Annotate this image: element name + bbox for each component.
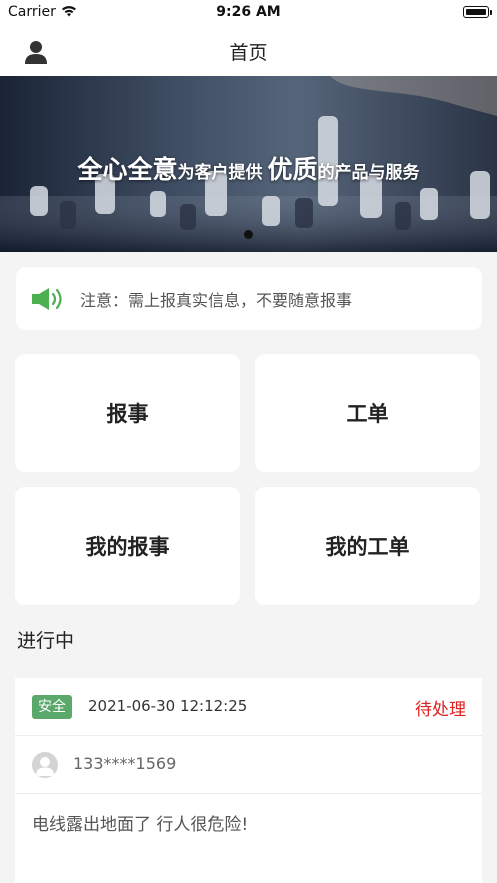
reporter-phone: 133****1569 [73,754,177,773]
avatar-icon [32,752,58,778]
status-badge: 待处理 [415,700,466,720]
order-reporter: 133****1569 [15,736,482,794]
banner-slogan-part2: 为客户提供 [177,163,263,183]
notice-bar: 注意：需上报真实信息，不要随意报事 [16,267,482,330]
report-button[interactable]: 报事 [15,354,240,472]
order-datetime: 2021-06-30 12:12:25 [88,697,248,715]
page-title: 首页 [229,42,268,64]
banner-slogan: 全心全意为客户提供 优质的产品与服务 [0,150,497,186]
work-order-button[interactable]: 工单 [255,354,480,472]
section-title-in-progress: 进行中 [17,630,75,652]
speaker-icon [32,288,62,310]
my-reports-button[interactable]: 我的报事 [15,487,240,605]
order-header: 安全 2021-06-30 12:12:25 待处理 [15,678,482,736]
banner-carousel[interactable]: 全心全意为客户提供 优质的产品与服务 [0,76,497,252]
notice-text: 注意：需上报真实信息，不要随意报事 [80,291,353,310]
my-work-orders-button[interactable]: 我的工单 [255,487,480,605]
order-card[interactable]: 安全 2021-06-30 12:12:25 待处理 133****1569 电… [15,678,482,883]
banner-slogan-part1: 全心全意 [77,155,178,184]
category-badge: 安全 [32,695,72,719]
status-bar: Carrier 9:26 AM [0,0,497,26]
nav-bar: 首页 [0,26,497,76]
banner-slogan-part4: 的产品与服务 [317,163,420,183]
status-time: 9:26 AM [216,4,281,20]
carousel-indicator[interactable] [244,230,253,239]
banner-slogan-part3: 优质 [267,155,318,184]
battery-icon [463,6,492,18]
order-description: 电线露出地面了 行人很危险! [32,815,249,835]
